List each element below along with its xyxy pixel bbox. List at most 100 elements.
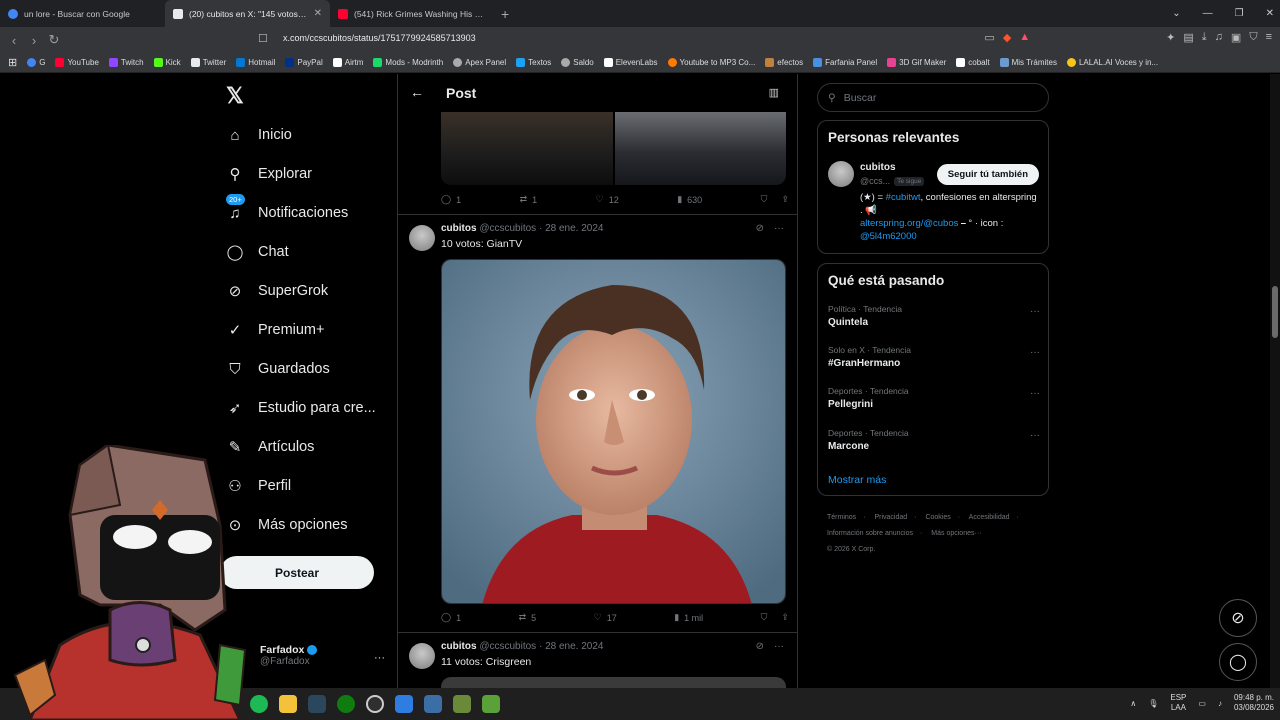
person-handle[interactable]: @ccs... — [860, 176, 890, 186]
more-icon[interactable]: ··· — [774, 641, 784, 652]
show-more-link[interactable]: Mostrar más — [828, 474, 886, 486]
more-icon[interactable]: ··· — [1030, 388, 1040, 399]
minimize-icon[interactable]: — — [1203, 8, 1213, 19]
repost-button[interactable]: ⇄ 1 — [520, 194, 538, 205]
close-window-icon[interactable]: ✕ — [1266, 8, 1274, 19]
game-app-icon[interactable] — [453, 695, 471, 713]
reply-button[interactable]: ◯ 1 — [441, 194, 461, 205]
account-switcher[interactable]: Farfadox @Farfadox ··· — [260, 644, 395, 667]
person-name[interactable]: cubitos — [860, 162, 896, 173]
share-icon[interactable]: ⇪ — [781, 612, 789, 623]
author-handle[interactable]: @ccscubitos — [479, 223, 536, 234]
grok-icon[interactable]: ⊘ — [756, 641, 764, 652]
rewards-icon[interactable]: ▲ — [1019, 31, 1030, 44]
footer-link[interactable]: Información sobre anuncios — [827, 530, 913, 537]
microphone-icon[interactable]: 🎙 — [1148, 699, 1158, 708]
reply-button[interactable]: ◯ 1 — [441, 612, 461, 623]
back-icon[interactable]: ‹ — [4, 33, 24, 48]
trend-item[interactable]: Política · Tendencia Quintela ··· — [828, 304, 1040, 328]
mention-link[interactable]: @5l4m62000 — [860, 231, 917, 242]
tweet-image[interactable] — [441, 677, 786, 688]
minecraft-icon[interactable] — [482, 695, 500, 713]
menu-icon[interactable]: ≡ — [1266, 31, 1272, 44]
grok-icon[interactable]: ⊘ — [756, 223, 764, 234]
bio-link[interactable]: alterspring.org/@cubos — [860, 218, 958, 229]
language-indicator[interactable]: ESP LAA — [1170, 693, 1186, 713]
trend-item[interactable]: Deportes · Tendencia Marcone ··· — [828, 428, 1040, 452]
trend-item[interactable]: Deportes · Tendencia Pellegrini ··· — [828, 386, 1040, 410]
nav-item-premium[interactable]: ✓ Premium+ — [226, 321, 325, 339]
audio-app-icon[interactable] — [424, 695, 442, 713]
bookmark-item[interactable]: Hotmail — [236, 58, 275, 67]
download-icon[interactable]: ⤓ — [1202, 31, 1207, 44]
new-tab-icon[interactable]: + — [501, 6, 509, 22]
scrollbar-thumb[interactable] — [1272, 286, 1278, 338]
bookmark-item[interactable]: cobalt — [956, 58, 990, 67]
nav-item-home[interactable]: ⌂ Inicio — [226, 126, 291, 144]
extensions-icon[interactable]: ✦ — [1166, 31, 1175, 44]
like-button[interactable]: ♡ 12 — [596, 194, 619, 205]
bookmark-item[interactable]: Mis Trámites — [999, 58, 1057, 67]
avatar[interactable] — [409, 643, 435, 669]
more-options-icon[interactable]: ··· — [374, 652, 385, 664]
author-handle[interactable]: @ccscubitos — [479, 641, 536, 652]
more-icon[interactable]: ··· — [1030, 430, 1040, 441]
trend-item[interactable]: Solo en X · Tendencia #GranHermano ··· — [828, 345, 1040, 369]
bookmark-item[interactable]: ElevenLabs — [603, 58, 658, 67]
previous-tweet-media[interactable] — [441, 112, 786, 185]
bookmark-item[interactable]: Apex Panel — [453, 58, 506, 67]
tweet-date[interactable]: · 28 ene. 2024 — [539, 223, 604, 234]
footer-link[interactable]: Cookies — [925, 514, 950, 521]
steam-icon[interactable] — [308, 695, 326, 713]
chevron-up-icon[interactable]: ∧ — [1130, 699, 1136, 708]
bookmark-item[interactable]: Airtm — [332, 58, 363, 67]
folder-icon[interactable] — [279, 695, 297, 713]
bookmark-item[interactable]: Youtube to MP3 Co... — [667, 58, 755, 67]
follow-button[interactable]: Seguir tú también — [936, 164, 1039, 185]
nav-item-chat[interactable]: ◯ Chat — [226, 243, 289, 261]
grok-fab-button[interactable]: ⊘ — [1219, 599, 1257, 637]
more-icon[interactable]: ··· — [774, 223, 784, 234]
close-tab-icon[interactable]: ✕ — [314, 8, 322, 19]
nav-item-supergrok[interactable]: ⊘ SuperGrok — [226, 282, 328, 300]
url-field[interactable]: x.com/ccscubitos/status/1751779924585713… — [283, 33, 476, 43]
x-logo-icon[interactable]: 𝕏 — [226, 83, 244, 109]
messages-fab-button[interactable]: ◯ — [1219, 643, 1257, 681]
bookmark-item[interactable]: G — [27, 58, 45, 67]
footer-link[interactable]: Más opciones··· — [931, 530, 981, 537]
like-button[interactable]: ♡ 17 — [594, 612, 617, 623]
bookmark-item[interactable]: Saldo — [561, 58, 594, 67]
bookmark-item[interactable]: 3D Gif Maker — [887, 58, 946, 67]
vpn-icon[interactable]: ⛉ — [1249, 31, 1257, 44]
bookmark-page-icon[interactable]: ☐ — [258, 32, 268, 45]
views-button[interactable]: ▮ 1 mil — [674, 612, 703, 623]
sidebar-icon[interactable]: ▤ — [1183, 31, 1193, 44]
tweet-date[interactable]: · 28 ene. 2024 — [539, 641, 604, 652]
bookmark-item[interactable]: PayPal — [285, 58, 323, 67]
footer-link[interactable]: Términos — [827, 514, 856, 521]
install-app-icon[interactable]: ▭ — [984, 31, 994, 44]
bookmark-item[interactable]: efectos — [765, 58, 803, 67]
network-icon[interactable]: ▭ — [1198, 699, 1206, 708]
author-name[interactable]: cubitos — [441, 641, 477, 652]
bookmark-item[interactable]: Farfania Panel — [813, 58, 877, 67]
reader-mode-icon[interactable]: ▥ — [769, 86, 779, 99]
more-icon[interactable]: ··· — [1030, 347, 1040, 358]
obs-icon[interactable] — [366, 695, 384, 713]
brave-shield-icon[interactable]: ◆ — [1003, 31, 1011, 44]
bookmark-item[interactable]: Textos — [516, 58, 551, 67]
tab-youtube[interactable]: (541) Rick Grimes Washing His Face I — [330, 0, 495, 27]
nav-item-creator-studio[interactable]: ➶ Estudio para cre... — [226, 399, 376, 417]
vpn-app-icon[interactable] — [395, 695, 413, 713]
bookmark-item[interactable]: Twitch — [108, 58, 144, 67]
footer-link[interactable]: Accesibilidad — [969, 514, 1010, 521]
reload-icon[interactable]: ↻ — [44, 32, 64, 48]
tab-list-icon[interactable]: ⌄ — [1172, 8, 1180, 19]
maximize-icon[interactable]: ❐ — [1235, 8, 1244, 19]
xbox-icon[interactable] — [337, 695, 355, 713]
media-icon[interactable]: ♫ — [1215, 31, 1223, 44]
back-arrow-icon[interactable]: ← — [410, 84, 424, 100]
bookmark-icon[interactable]: ⛉ — [761, 194, 768, 205]
spotify-icon[interactable] — [250, 695, 268, 713]
repost-button[interactable]: ⇄ 5 — [519, 612, 537, 623]
